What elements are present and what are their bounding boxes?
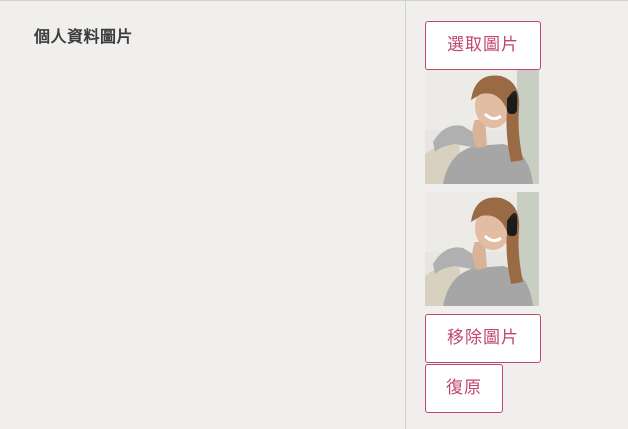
profile-picture-settings: 個人資料圖片 選取圖片 移除圖片 復原 bbox=[0, 0, 628, 429]
restore-button[interactable]: 復原 bbox=[425, 364, 503, 413]
profile-image-preview bbox=[425, 192, 539, 306]
remove-row: 移除圖片 bbox=[425, 306, 615, 363]
profile-photo-icon bbox=[425, 192, 539, 306]
profile-photo-icon bbox=[425, 70, 539, 184]
restore-row: 復原 bbox=[425, 363, 615, 413]
select-row: 選取圖片 bbox=[425, 21, 615, 70]
remove-image-button[interactable]: 移除圖片 bbox=[425, 314, 541, 363]
field-label-column: 個人資料圖片 bbox=[0, 1, 406, 429]
profile-picture-label: 個人資料圖片 bbox=[34, 27, 134, 46]
select-image-button[interactable]: 選取圖片 bbox=[425, 21, 541, 70]
field-control-column: 選取圖片 移除圖片 復原 bbox=[425, 21, 615, 413]
profile-image-current bbox=[425, 70, 539, 184]
